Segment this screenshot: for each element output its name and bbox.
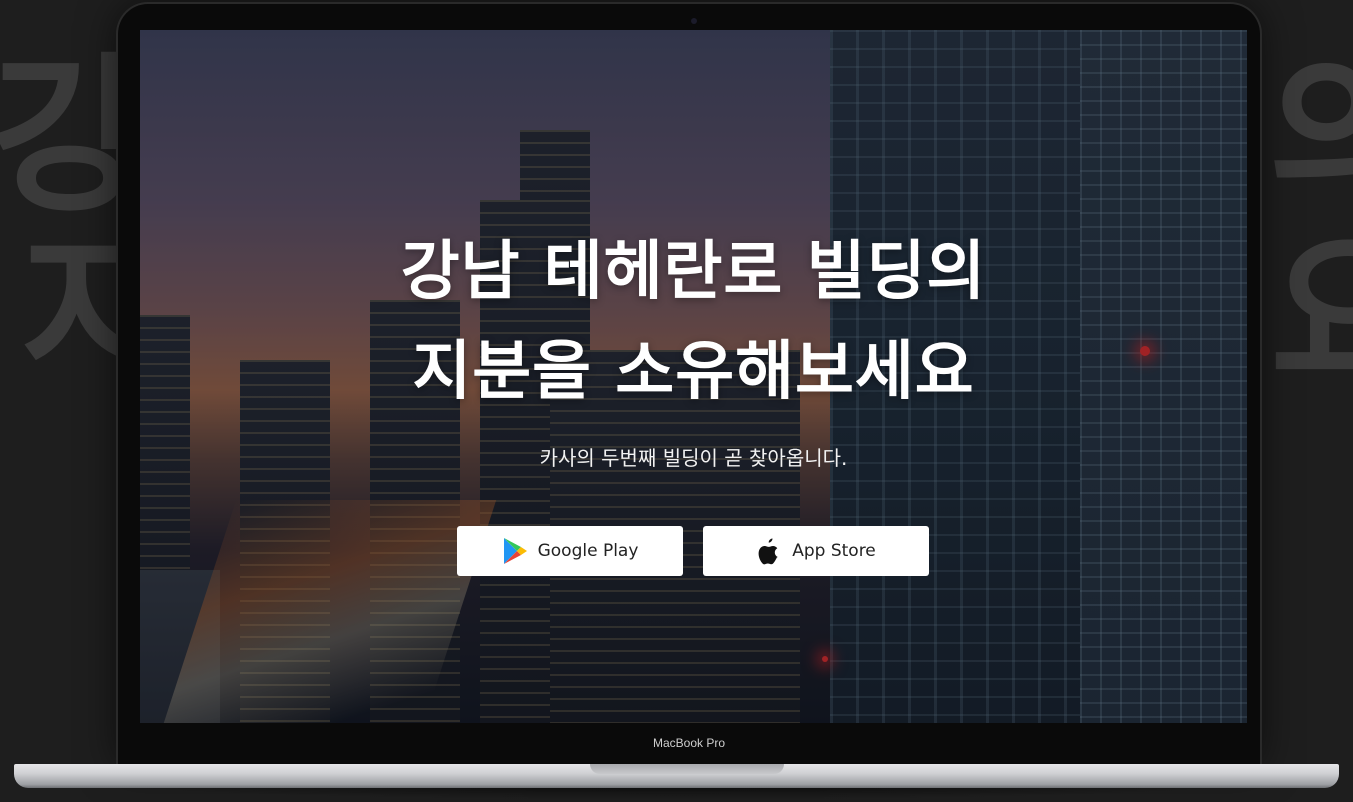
laptop-screen: 강남 테헤란로 빌딩의 지분을 소유해보세요 카사의 두번째 빌딩이 곧 찾아옵… — [140, 30, 1247, 723]
laptop-notch — [590, 764, 784, 774]
app-store-label: App Store — [792, 541, 876, 561]
apple-icon — [756, 537, 782, 565]
google-play-icon — [502, 537, 528, 565]
hero-title-line-1: 강남 테헤란로 빌딩의 — [400, 235, 987, 309]
camera-icon — [691, 18, 697, 24]
background-text-right-2: 요 — [1270, 216, 1353, 414]
hero-subtitle: 카사의 두번째 빌딩이 곧 찾아옵니다. — [539, 446, 848, 470]
google-play-label: Google Play — [537, 541, 639, 561]
background-text-right-1: 의 — [1268, 38, 1353, 236]
device-label: MacBook Pro — [652, 736, 726, 750]
hero-title: 강남 테헤란로 빌딩의 지분을 소유해보세요 — [140, 222, 1247, 422]
app-store-button[interactable]: App Store — [703, 526, 929, 576]
google-play-button[interactable]: Google Play — [457, 526, 683, 576]
hero-title-line-2: 지분을 소유해보세요 — [412, 335, 975, 409]
